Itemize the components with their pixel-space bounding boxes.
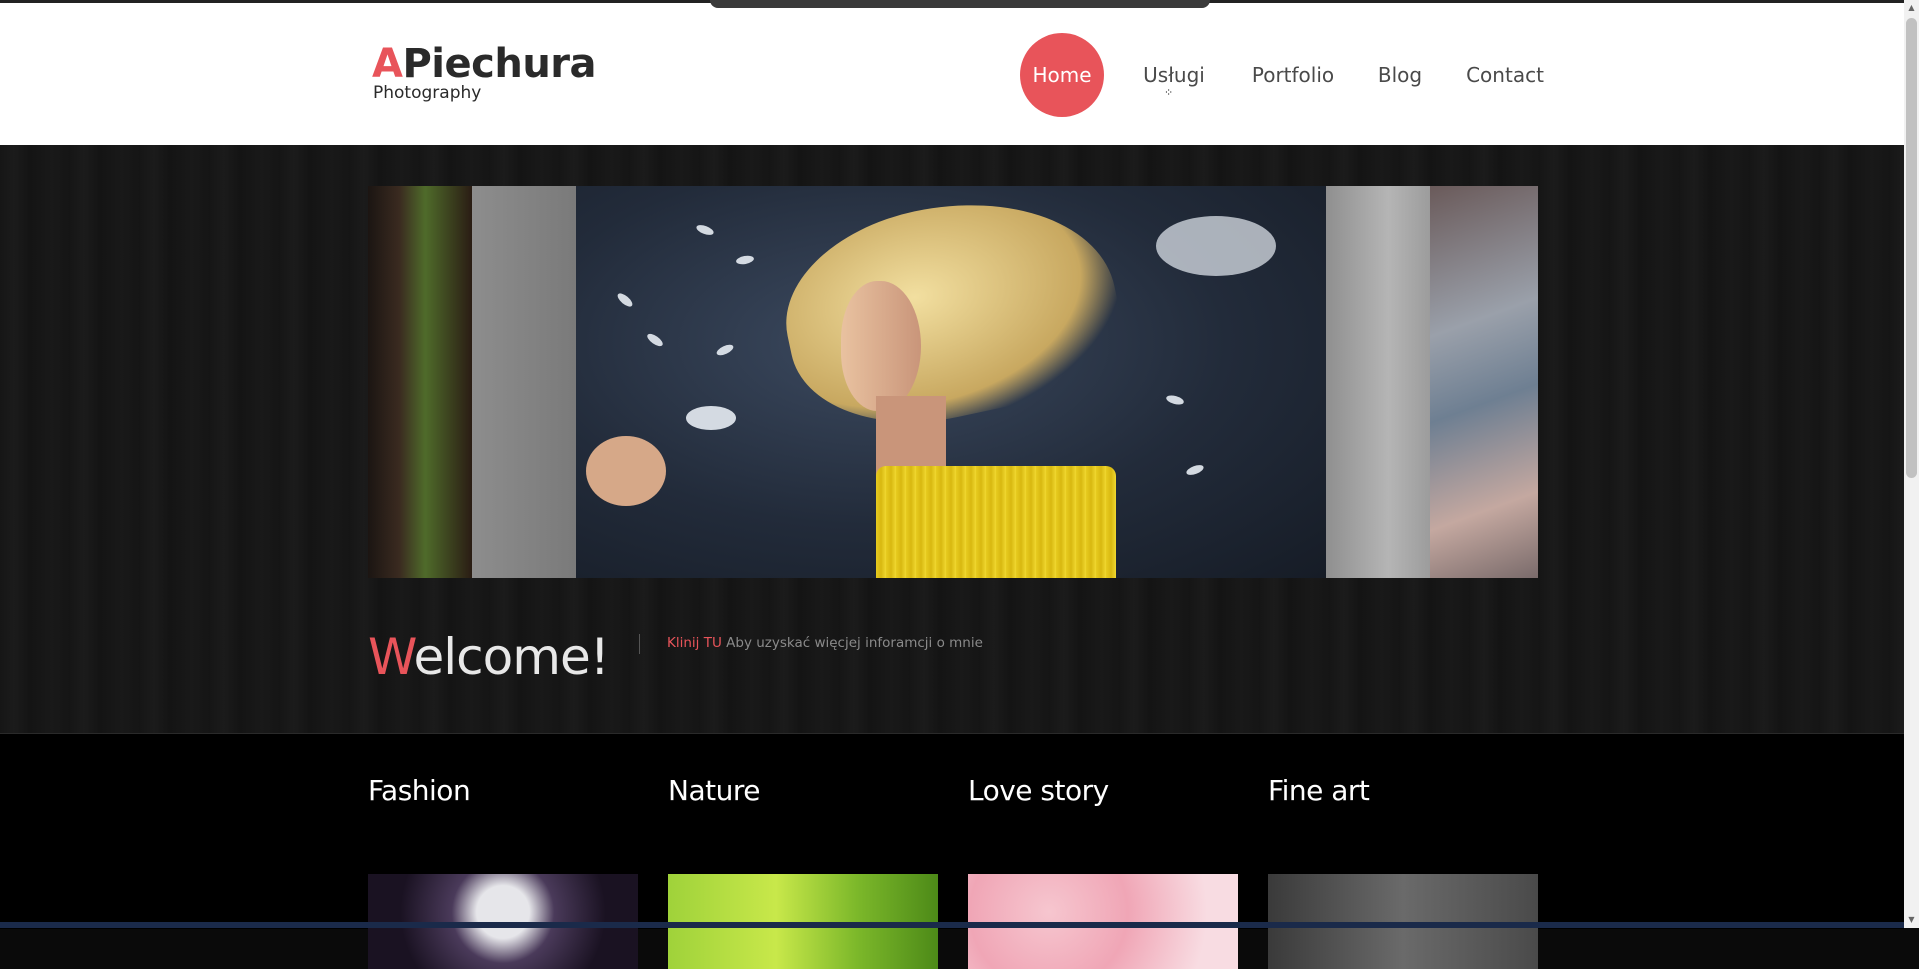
logo-title: APiechura (372, 41, 597, 87)
nav-home[interactable]: Home (1020, 33, 1104, 117)
category-title[interactable]: Fine art (1268, 774, 1538, 807)
slide-main-image[interactable] (576, 186, 1326, 578)
welcome-rest: elcome! (413, 628, 610, 686)
nav-uslugi[interactable]: Usługi (1136, 33, 1212, 117)
about-link[interactable]: Klinij TU (667, 635, 722, 651)
feather-shape (615, 291, 635, 309)
slide-thumb-4[interactable] (1326, 186, 1430, 578)
feather-shape (1165, 393, 1185, 407)
feather-shape (686, 406, 736, 430)
feather-shape (1156, 216, 1276, 276)
category-title[interactable]: Nature (668, 774, 938, 807)
category-title[interactable]: Love story (968, 774, 1238, 807)
slide-hand-shape (586, 436, 666, 506)
categories-section: Fashion Nature Love story Fine art (0, 733, 1904, 969)
scroll-down-arrow-icon[interactable]: ▼ (1904, 912, 1919, 928)
feather-shape (735, 254, 755, 266)
tagline-text: Aby uzyskać więcjej inforamcji o mnie (721, 635, 983, 651)
logo-name: Piechura (402, 41, 597, 87)
mouse-cursor-icon: ⁘ (1164, 86, 1174, 99)
category-fashion[interactable]: Fashion (368, 774, 638, 969)
slide-thumb-1[interactable] (368, 186, 472, 578)
slide-neck-shape (876, 396, 946, 476)
feather-shape (695, 223, 715, 237)
scrollbar-thumb[interactable] (1906, 18, 1917, 478)
taskbar-edge (0, 922, 1904, 928)
welcome-tagline: Klinij TU Aby uzyskać więcjej inforamcji… (667, 635, 983, 651)
scroll-up-arrow-icon[interactable]: ▲ (1904, 0, 1919, 16)
logo-accent-letter: A (372, 41, 403, 87)
category-nature[interactable]: Nature (668, 774, 938, 969)
category-love-story[interactable]: Love story (968, 774, 1238, 969)
slide-thumb-2[interactable] (472, 186, 576, 578)
slide-hair-shape (767, 186, 1135, 449)
feather-shape (715, 342, 735, 358)
image-slider[interactable] (368, 186, 1538, 578)
browser-tab-overlay (710, 0, 1210, 8)
slide-thumb-5[interactable] (1430, 186, 1538, 578)
slide-dress-shape (876, 466, 1116, 578)
welcome-accent: W (368, 628, 415, 686)
welcome-heading: Welcome! (368, 628, 610, 686)
feather-shape (645, 331, 665, 349)
feather-shape (1185, 463, 1205, 477)
site-logo[interactable]: APiechura Photography (372, 41, 597, 103)
slide-face-shape (841, 281, 921, 411)
nav-contact[interactable]: Contact (1448, 33, 1562, 117)
category-title[interactable]: Fashion (368, 774, 638, 807)
site-header: APiechura Photography Home Usługi Portfo… (0, 3, 1904, 145)
category-fine-art[interactable]: Fine art (1268, 774, 1538, 969)
nav-portfolio[interactable]: Portfolio (1234, 33, 1352, 117)
welcome-divider (639, 634, 640, 654)
nav-blog[interactable]: Blog (1355, 33, 1445, 117)
